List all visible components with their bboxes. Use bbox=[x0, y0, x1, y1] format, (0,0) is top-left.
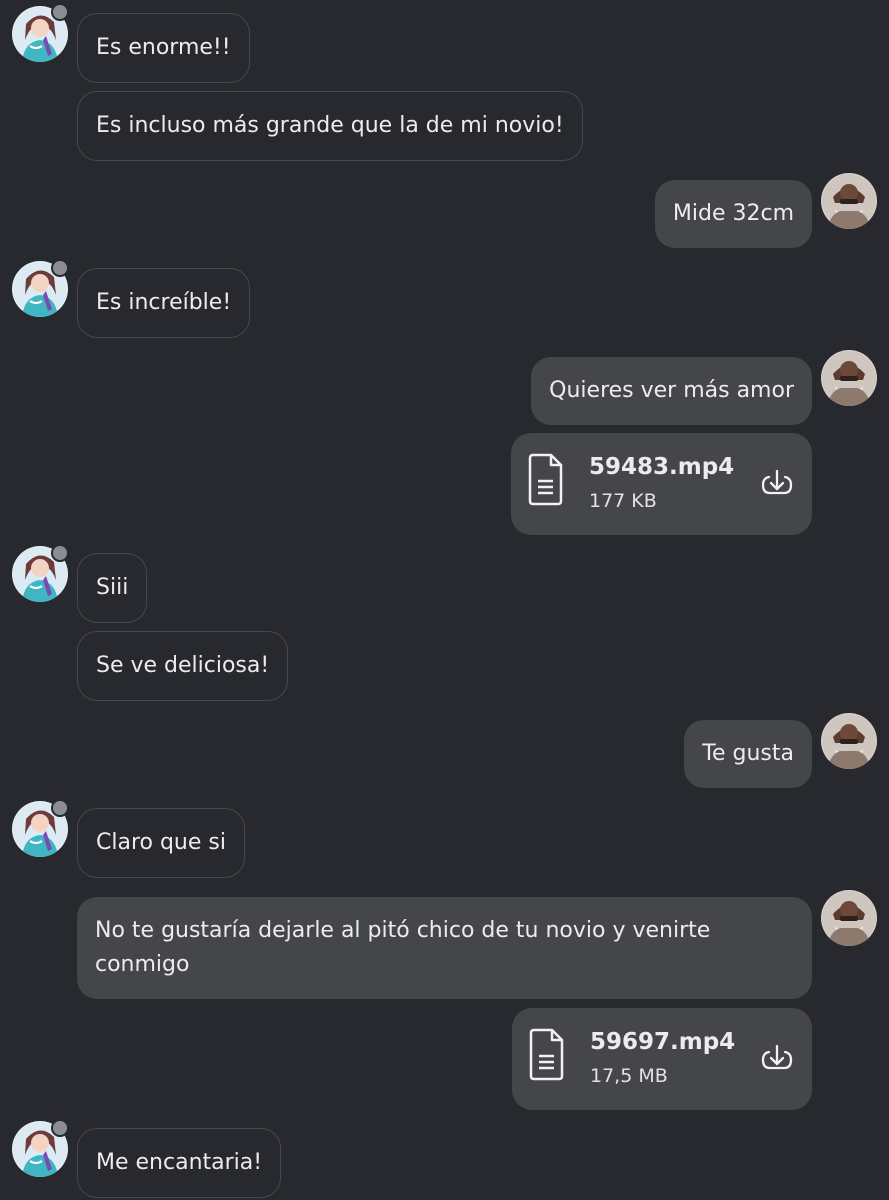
avatar[interactable] bbox=[821, 713, 877, 769]
message-bubble: Se ve deliciosa! bbox=[77, 631, 289, 701]
file-attachment[interactable]: 59483.mp4 177 KB bbox=[511, 433, 812, 535]
chat-thread: Es enorme!! Es incluso más grande que la… bbox=[0, 0, 889, 1200]
message-bubble: No te gustaría dejarle al pitó chico de … bbox=[77, 897, 812, 999]
document-icon bbox=[527, 451, 565, 511]
message-bubble: Siii bbox=[77, 553, 148, 623]
avatar[interactable] bbox=[821, 173, 877, 229]
message-bubble: Es increíble! bbox=[77, 268, 251, 338]
avatar[interactable] bbox=[821, 350, 877, 406]
message-bubble: Mide 32cm bbox=[654, 180, 812, 248]
status-dot bbox=[51, 3, 69, 21]
document-icon bbox=[528, 1026, 566, 1086]
file-size: 17,5 MB bbox=[590, 1065, 668, 1087]
avatar[interactable] bbox=[821, 890, 877, 946]
message-bubble: Claro que si bbox=[77, 808, 245, 878]
file-size: 177 KB bbox=[589, 490, 657, 512]
download-icon[interactable] bbox=[760, 467, 794, 505]
download-icon[interactable] bbox=[760, 1042, 794, 1080]
status-dot bbox=[51, 259, 69, 277]
message-bubble: Me encantaria! bbox=[77, 1128, 282, 1198]
status-dot bbox=[51, 1119, 69, 1137]
file-name: 59483.mp4 bbox=[589, 454, 735, 480]
message-bubble: Es enorme!! bbox=[77, 13, 250, 83]
message-bubble: Es incluso más grande que la de mi novio… bbox=[77, 91, 583, 161]
status-dot bbox=[51, 544, 69, 562]
status-dot bbox=[51, 799, 69, 817]
file-name: 59697.mp4 bbox=[590, 1029, 736, 1055]
message-bubble: Quieres ver más amor bbox=[531, 357, 812, 425]
file-attachment[interactable]: 59697.mp4 17,5 MB bbox=[512, 1008, 812, 1110]
message-bubble: Te gusta bbox=[684, 720, 812, 788]
